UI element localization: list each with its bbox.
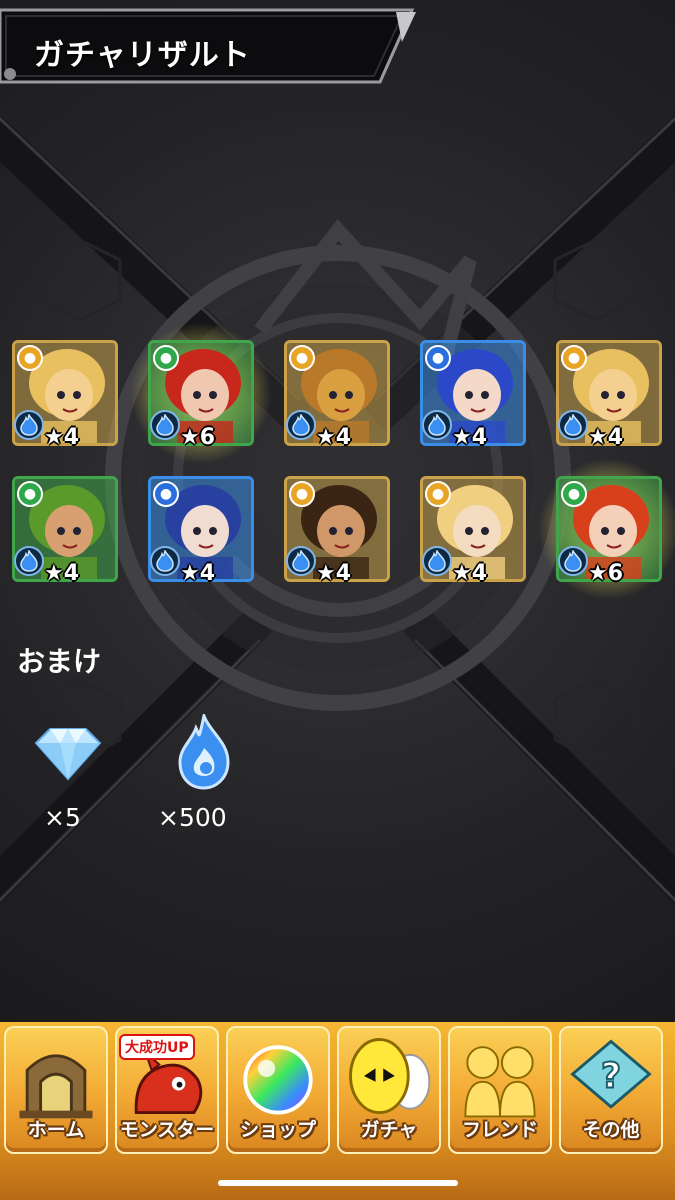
nav-label-other: その他 [582, 1119, 640, 1141]
nav-label-home: ホーム [27, 1119, 85, 1141]
nav-label-shop: ショップ [239, 1119, 316, 1141]
element-attribute-icon: ● [17, 481, 43, 507]
result-card[interactable]: ● ★4 [284, 340, 390, 450]
nav-shop-button[interactable]: ショップ [226, 1026, 330, 1154]
element-attribute-icon: ● [425, 345, 451, 371]
result-card[interactable]: ● ★6 [130, 322, 272, 464]
blue-flame-icon [178, 710, 230, 790]
rarity-label: ★4 [452, 561, 488, 586]
rarity-label: ★4 [588, 425, 624, 450]
soul-flame-icon [14, 410, 44, 440]
gacha-results-grid: ● ★4 ● ★6 ● ★4 ● ★4 ● ★4 ● ★4 ● ★4 ● ★4 ● ★4 ● ★6 [12, 322, 675, 600]
bottom-nav-bar: ホーム 大成功UP モンスター ショップ ガチャ フレンド ? その他 [0, 1022, 675, 1200]
element-attribute-icon: ● [289, 345, 315, 371]
bonus-count-flame: ×500 [158, 803, 227, 832]
soul-flame-icon [286, 546, 316, 576]
result-card[interactable]: ● ★4 [420, 476, 526, 586]
rarity-label: ★6 [180, 425, 216, 450]
rarity-label: ★4 [316, 561, 352, 586]
diamond-icon [34, 728, 102, 781]
result-card[interactable]: ● ★6 [538, 458, 675, 600]
element-attribute-icon: ● [561, 481, 587, 507]
home-gate-icon [19, 1054, 93, 1119]
rarity-label: ★4 [452, 425, 488, 450]
soul-flame-icon [422, 410, 452, 440]
soul-flame-icon [422, 546, 452, 576]
soul-flame-icon [14, 546, 44, 576]
gacha-egg-icon [349, 1038, 431, 1115]
element-attribute-icon: ● [153, 345, 179, 371]
nav-label-gacha: ガチャ [360, 1119, 418, 1141]
nav-home-button[interactable]: ホーム [4, 1026, 108, 1154]
rarity-label: ★4 [44, 425, 80, 450]
result-card[interactable]: ● ★4 [12, 476, 118, 586]
friends-icon [464, 1046, 536, 1118]
svg-text:?: ? [601, 1057, 621, 1097]
nav-other-button[interactable]: ? その他 [559, 1026, 663, 1154]
soul-flame-icon [558, 410, 588, 440]
result-card[interactable]: ● ★4 [420, 340, 526, 450]
rarity-label: ★4 [180, 561, 216, 586]
nav-monster-button[interactable]: 大成功UP モンスター [115, 1026, 219, 1154]
bonus-count-diamond: ×5 [44, 803, 81, 832]
result-card[interactable]: ● ★4 [556, 340, 662, 450]
soul-flame-icon [286, 410, 316, 440]
bonus-item-diamond [32, 725, 104, 785]
element-attribute-icon: ● [425, 481, 451, 507]
nav-friend-button[interactable]: フレンド [448, 1026, 552, 1154]
element-attribute-icon: ● [561, 345, 587, 371]
bonus-label: おまけ [17, 645, 102, 678]
soul-flame-icon [558, 546, 588, 576]
element-attribute-icon: ● [17, 345, 43, 371]
result-card[interactable]: ● ★4 [148, 476, 254, 586]
element-attribute-icon: ● [289, 481, 315, 507]
page-title: ガチャリザルト [34, 38, 251, 73]
background [0, 0, 675, 1200]
rarity-label: ★6 [588, 561, 624, 586]
nav-gacha-button[interactable]: ガチャ [337, 1026, 441, 1154]
soul-flame-icon [150, 410, 180, 440]
monster-badge: 大成功UP [119, 1034, 195, 1060]
result-card[interactable]: ● ★4 [12, 340, 118, 450]
other-menu-icon: ? [570, 1039, 652, 1109]
bonus-item-flame [176, 710, 232, 790]
rainbow-orb-icon [243, 1045, 313, 1115]
rarity-label: ★4 [316, 425, 352, 450]
rarity-label: ★4 [44, 561, 80, 586]
nav-label-monster: モンスター [119, 1119, 215, 1141]
title-banner: ガチャリザルト [0, 8, 418, 84]
nav-label-friend: フレンド [461, 1119, 538, 1141]
home-indicator [218, 1180, 458, 1186]
result-card[interactable]: ● ★4 [284, 476, 390, 586]
element-attribute-icon: ● [153, 481, 179, 507]
soul-flame-icon [150, 546, 180, 576]
